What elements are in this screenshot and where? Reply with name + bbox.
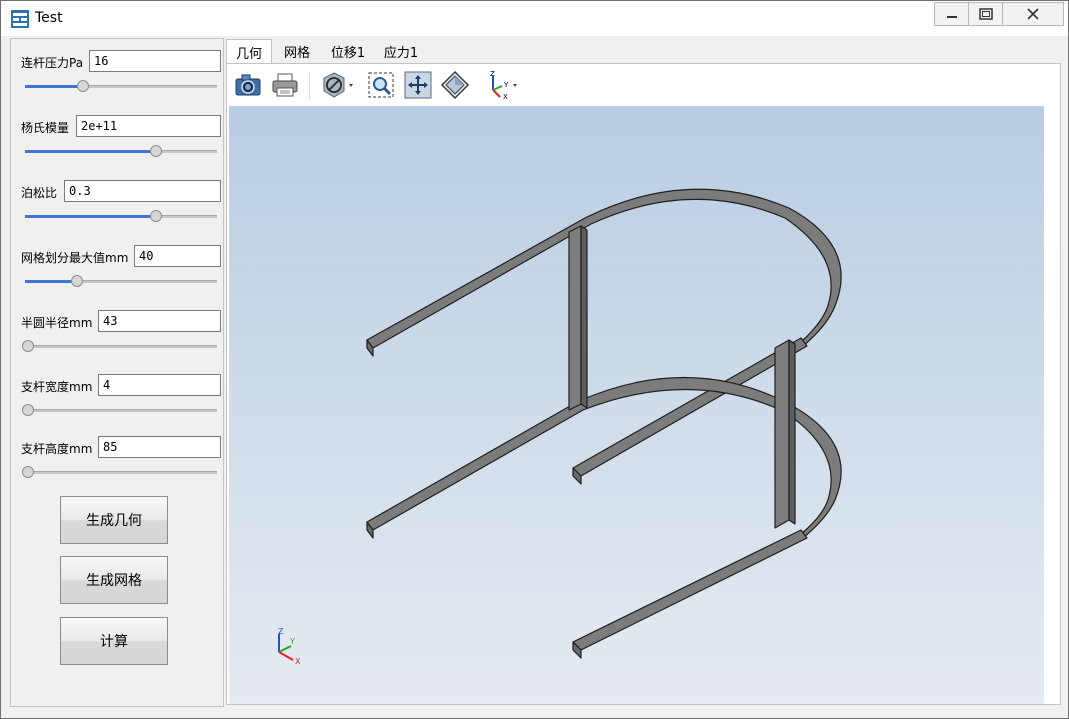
generate-mesh-button[interactable]: 生成网格 [60,556,168,604]
pressure-slider[interactable] [25,80,217,92]
pressure-input[interactable]: 16 [89,50,221,72]
parameter-panel: 连杆压力Pa 16 杨氏模量 2e+11 泊松比 0.3 网格划分最大值mm 4… [10,38,224,707]
camera-icon [235,74,261,96]
mesh-max-input[interactable]: 40 [134,245,221,267]
zoom-box-button[interactable] [366,70,396,100]
axis-triad: Z Y X [278,627,301,666]
geometry-tab-pane: Z Y X Z Y X [226,63,1061,705]
axis-label-y: Y [289,637,295,646]
slider-handle[interactable] [22,466,34,478]
viewer-toolbar: Z Y X [227,64,1044,106]
compute-button[interactable]: 计算 [60,617,168,665]
svg-text:X: X [503,93,508,100]
maximize-icon [979,8,993,20]
view-select-icon [440,70,470,100]
svg-text:Y: Y [503,81,509,89]
hide-button[interactable] [319,70,357,100]
param-label-rod-width: 支杆宽度mm [21,380,93,394]
param-label-youngs-modulus: 杨氏模量 [21,121,70,135]
slider-handle[interactable] [150,145,162,157]
slider-fill [25,280,76,283]
param-label-mesh-max: 网格划分最大值mm [21,251,129,265]
slider-fill [25,150,155,153]
param-label-poisson-ratio: 泊松比 [21,186,58,200]
print-button[interactable] [270,70,300,100]
slider-handle[interactable] [22,340,34,352]
screenshot-button[interactable] [233,70,263,100]
minimize-button[interactable] [934,2,970,26]
window-title: Test [35,10,63,26]
slider-handle[interactable] [77,80,89,92]
axis-orientation-button[interactable]: Z Y X [484,70,520,100]
tab-mesh[interactable]: 网格 [276,39,318,63]
maximize-button[interactable] [968,2,1004,26]
rod-height-slider[interactable] [22,466,217,478]
axis-orientation-icon: Z Y X [490,70,517,100]
rod-width-input[interactable]: 4 [98,374,221,396]
poisson-ratio-input[interactable]: 0.3 [64,180,221,202]
tab-stress[interactable]: 应力1 [379,39,423,63]
mesh-max-slider[interactable] [25,275,217,287]
app-window: Test 连杆压力Pa 16 杨氏模量 2e+11 泊松比 0.3 网格划分最大… [0,0,1069,719]
poisson-ratio-slider[interactable] [25,210,217,222]
tab-displacement[interactable]: 位移1 [326,39,370,63]
rod-width-slider[interactable] [22,404,217,416]
youngs-modulus-slider[interactable] [25,145,217,157]
semicircle-radius-input[interactable]: 43 [98,310,221,332]
bracket-model: Z Y X [278,188,842,666]
slider-handle[interactable] [71,275,83,287]
printer-icon [272,73,298,97]
svg-text:Z: Z [490,70,495,78]
param-label-pressure: 连杆压力Pa [21,56,84,70]
slider-handle[interactable] [150,210,162,222]
minimize-icon [947,16,957,18]
view-select-button[interactable] [440,70,470,100]
slider-fill [25,85,82,88]
param-label-rod-height: 支杆高度mm [21,442,93,456]
zoom-box-icon [368,72,394,98]
slider-handle[interactable] [22,404,34,416]
youngs-modulus-input[interactable]: 2e+11 [76,115,221,137]
hide-icon [323,72,353,98]
3d-viewport[interactable]: Z Y X [229,106,1044,704]
viewport-right-margin [1045,64,1060,704]
tab-geometry[interactable]: 几何 [226,39,272,65]
axis-label-x: X [295,657,301,666]
zoom-extents-button[interactable] [403,70,433,100]
generate-geometry-button[interactable]: 生成几何 [60,496,168,544]
toolbar-separator [309,72,310,100]
app-icon [11,10,29,28]
axis-label-z: Z [278,627,284,636]
title-bar: Test [1,1,1068,36]
rod-height-input[interactable]: 85 [98,436,221,458]
param-label-semicircle-radius: 半圆半径mm [21,316,93,330]
close-button[interactable] [1002,2,1064,26]
close-icon [1027,8,1039,20]
semicircle-radius-slider[interactable] [22,340,217,352]
zoom-extents-icon [404,71,432,99]
slider-fill [25,215,155,218]
